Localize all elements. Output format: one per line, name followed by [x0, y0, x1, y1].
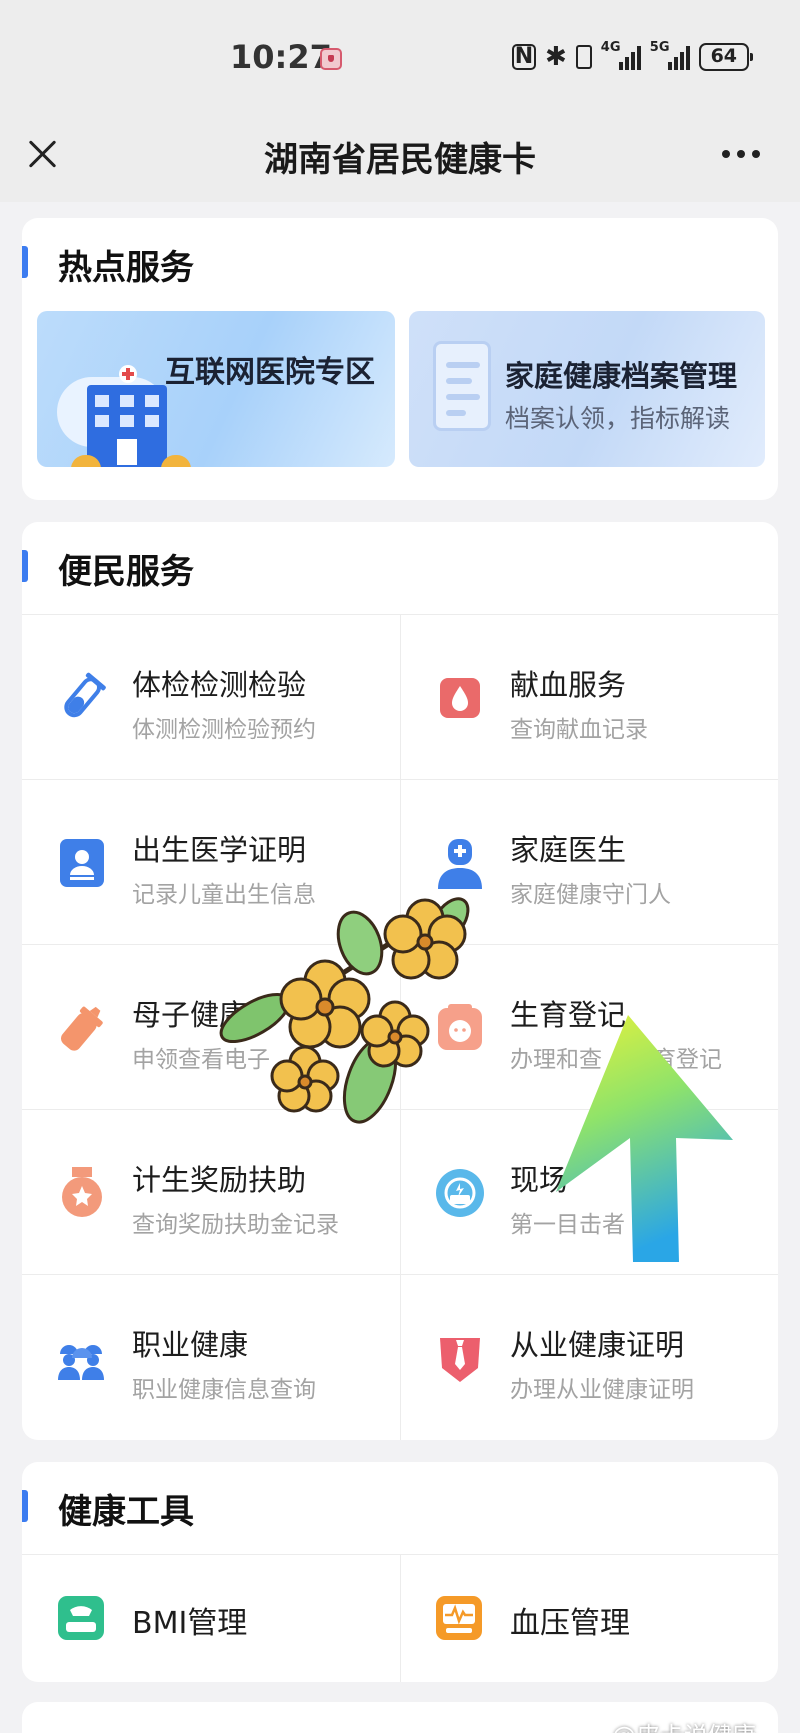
blood-pressure-icon — [436, 1596, 482, 1640]
hot-services-card: 热点服务 互联网医院专区 家庭健康档案管理 档案认领，指标解读 — [22, 218, 778, 500]
baby-bottle-icon — [61, 1006, 103, 1051]
workers-icon — [58, 1345, 104, 1380]
service-item-family-doctor[interactable]: 家庭医生 家庭健康守门人 — [400, 779, 778, 944]
section-accent-bar — [22, 550, 28, 582]
close-icon[interactable] — [24, 136, 60, 172]
service-title: 职业健康 — [132, 1328, 249, 1362]
service-item-birth-certificate[interactable]: 出生医学证明 记录儿童出生信息 — [22, 779, 400, 944]
tie-icon — [440, 1338, 480, 1382]
banner-title: 互联网医院专区 — [165, 355, 375, 390]
service-title: 献血服务 — [510, 668, 627, 702]
service-title: 体检检测检验 — [132, 668, 307, 702]
tool-label: 血压管理 — [510, 1606, 630, 1641]
service-subtitle: 记录儿童出生信息 — [132, 882, 316, 908]
scale-icon — [58, 1596, 104, 1640]
section-accent-bar — [22, 246, 28, 278]
service-title: 从业健康证明 — [510, 1328, 685, 1362]
service-subtitle: 申领查看电子 — [132, 1047, 270, 1073]
service-item-birth-registration[interactable]: 生育登记 办理和查 生育登记 — [400, 944, 778, 1109]
status-bar: 10:27 N ✱ 4G 5G 64 — [0, 0, 800, 110]
health-tools-header: 健康工具 — [22, 1462, 778, 1552]
service-item-family-planning-reward[interactable]: 计生奖励扶助 查询奖励扶助金记录 — [22, 1109, 400, 1274]
section-title: 便民服务 — [58, 552, 194, 592]
watermark: @皮卡说健康 — [612, 1716, 756, 1733]
banner-title: 家庭健康档案管理 — [505, 359, 738, 393]
service-subtitle: 办理从业健康证明 — [510, 1377, 694, 1403]
medal-icon — [62, 1167, 102, 1217]
service-subtitle: 家庭健康守门人 — [510, 882, 671, 908]
section-title: 健康工具 — [58, 1492, 194, 1532]
section-title: 热点服务 — [58, 248, 194, 288]
birth-certificate-icon — [60, 839, 104, 887]
network-4g-label: 4G — [600, 40, 621, 55]
network-5g-label: 5G — [649, 40, 670, 55]
tool-label: BMI管理 — [132, 1606, 248, 1641]
blood-drop-icon — [440, 678, 480, 718]
system-icons: N ✱ 4G 5G 64 — [512, 40, 753, 72]
service-subtitle: 职业健康信息查询 — [132, 1377, 316, 1403]
convenience-services-header: 便民服务 — [22, 522, 778, 612]
service-title: 生育登记 — [510, 998, 627, 1032]
service-subtitle-part: 生育登记 — [630, 1047, 722, 1073]
service-item-physical-exam[interactable]: 体检检测检验 体测检测检验预约 — [22, 614, 400, 779]
service-subtitle-part: 办理和查 — [510, 1047, 602, 1073]
tool-bmi[interactable]: BMI管理 — [22, 1554, 400, 1682]
more-options-icon[interactable] — [722, 150, 760, 158]
banner-subtitle: 档案认领，指标解读 — [505, 404, 731, 433]
service-title: 现场 — [510, 1163, 569, 1197]
service-title: 计生奖励扶助 — [132, 1163, 307, 1197]
family-health-record-banner[interactable]: 家庭健康档案管理 档案认领，指标解读 — [409, 311, 765, 467]
health-record-icon — [421, 341, 503, 451]
signal-4g-icon: 4G — [601, 40, 641, 70]
service-item-maternal-child-handbook[interactable]: 母子健康手 申领查看电子 — [22, 944, 400, 1109]
app-shield-icon — [320, 48, 342, 70]
bluetooth-icon: ✱ — [545, 42, 567, 72]
page-title: 湖南省居民健康卡 — [264, 140, 536, 180]
doctor-icon — [438, 839, 482, 889]
service-subtitle: 查询献血记录 — [510, 717, 648, 743]
service-subtitle: 办理和查 生育登记 — [510, 1040, 722, 1074]
service-subtitle: 第一目击者 — [510, 1212, 625, 1238]
status-time: 10:27 — [230, 38, 332, 76]
service-title: 出生医学证明 — [132, 833, 307, 867]
sos-icon — [436, 1169, 484, 1217]
convenience-services-card: 便民服务 体检检测检验 体测检测检验预约 献血服务 查询献血记录 出生医学证明 … — [22, 522, 778, 1440]
battery-icon: 64 — [698, 43, 753, 71]
service-subtitle: 查询奖励扶助金记录 — [132, 1212, 339, 1238]
nfc-icon: N — [512, 44, 536, 70]
section-accent-bar — [22, 1490, 28, 1522]
hot-services-header: 热点服务 — [22, 218, 778, 308]
service-item-blood-donation[interactable]: 献血服务 查询献血记录 — [400, 614, 778, 779]
internet-hospital-banner[interactable]: 互联网医院专区 — [37, 311, 395, 467]
health-tools-card: 健康工具 BMI管理 血压管理 — [22, 1462, 778, 1682]
service-subtitle: 体测检测检验预约 — [132, 717, 316, 743]
vibrate-icon — [575, 45, 592, 69]
hospital-icon — [57, 347, 191, 467]
service-title: 母子健康手 — [132, 998, 278, 1032]
service-item-onsite-rescue[interactable]: 现场 第一目击者 — [400, 1109, 778, 1274]
test-tube-icon — [64, 672, 106, 718]
service-item-occupational-health[interactable]: 职业健康 职业健康信息查询 — [22, 1274, 400, 1439]
signal-5g-icon: 5G — [650, 40, 690, 70]
baby-icon — [438, 1004, 482, 1050]
tool-blood-pressure[interactable]: 血压管理 — [400, 1554, 778, 1682]
title-bar: 湖南省居民健康卡 — [0, 110, 800, 202]
service-item-employment-health-certificate[interactable]: 从业健康证明 办理从业健康证明 — [400, 1274, 778, 1439]
service-title: 家庭医生 — [510, 833, 627, 867]
